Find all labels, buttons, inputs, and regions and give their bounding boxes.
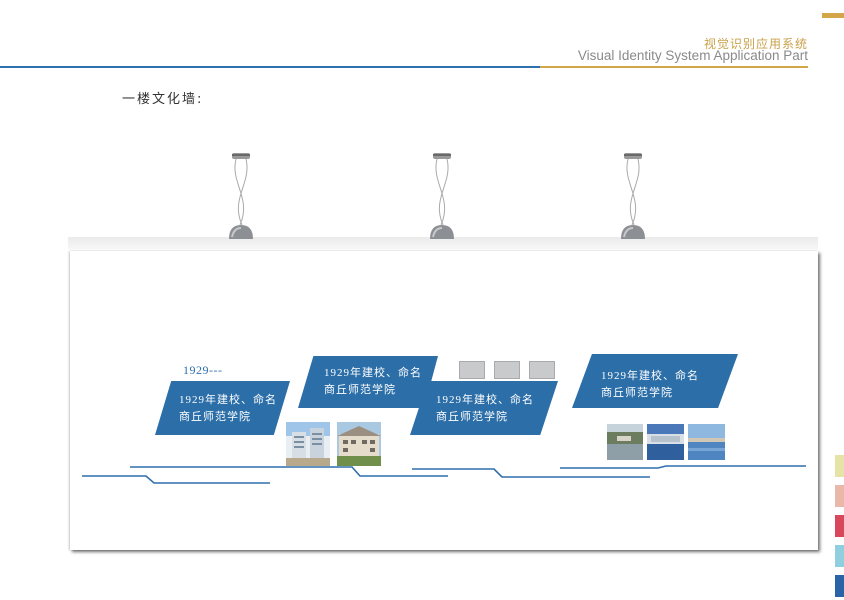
campus-photo	[607, 424, 643, 460]
campus-photo	[688, 424, 725, 460]
campus-photo	[337, 422, 381, 466]
panel-line: 商丘师范学院	[436, 411, 508, 423]
color-swatch	[835, 545, 844, 567]
panel-line: 1929年建校、命名	[324, 367, 422, 379]
panel-line: 1929年建校、命名	[601, 370, 699, 382]
timeline-panel: 1929年建校、命名 商丘师范学院	[155, 381, 290, 435]
timeline-panel: 1929年建校、命名 商丘师范学院	[298, 356, 438, 408]
pendant-lamp-icon	[430, 153, 454, 239]
pendant-lamp-icon	[229, 153, 253, 239]
color-swatch	[835, 575, 844, 597]
timeline-panel: 1929年建校、命名 商丘师范学院	[410, 381, 558, 435]
color-swatch	[835, 455, 844, 477]
header-rule-gold	[540, 66, 808, 68]
accent-bar	[822, 13, 844, 18]
color-swatch	[835, 485, 844, 507]
pendant-lamp-icon	[621, 153, 645, 239]
placeholder-box	[494, 361, 520, 379]
panel-line: 1929年建校、命名	[436, 394, 534, 406]
panel-line: 商丘师范学院	[179, 411, 251, 423]
panel-line: 商丘师范学院	[324, 384, 396, 396]
campus-photo	[286, 422, 330, 466]
placeholder-box	[529, 361, 555, 379]
section-title: 一楼文化墙:	[122, 92, 204, 107]
color-swatch	[835, 515, 844, 537]
header-rule-blue	[0, 66, 540, 68]
panel-line: 1929年建校、命名	[179, 394, 277, 406]
panel-line: 商丘师范学院	[601, 387, 673, 399]
header-title-en: Visual Identity System Application Part	[577, 48, 808, 63]
timeline-panel: 1929年建校、命名 商丘师范学院	[572, 354, 738, 408]
placeholder-box	[459, 361, 485, 379]
campus-photo	[647, 424, 684, 460]
year-label: 1929---	[183, 363, 223, 377]
